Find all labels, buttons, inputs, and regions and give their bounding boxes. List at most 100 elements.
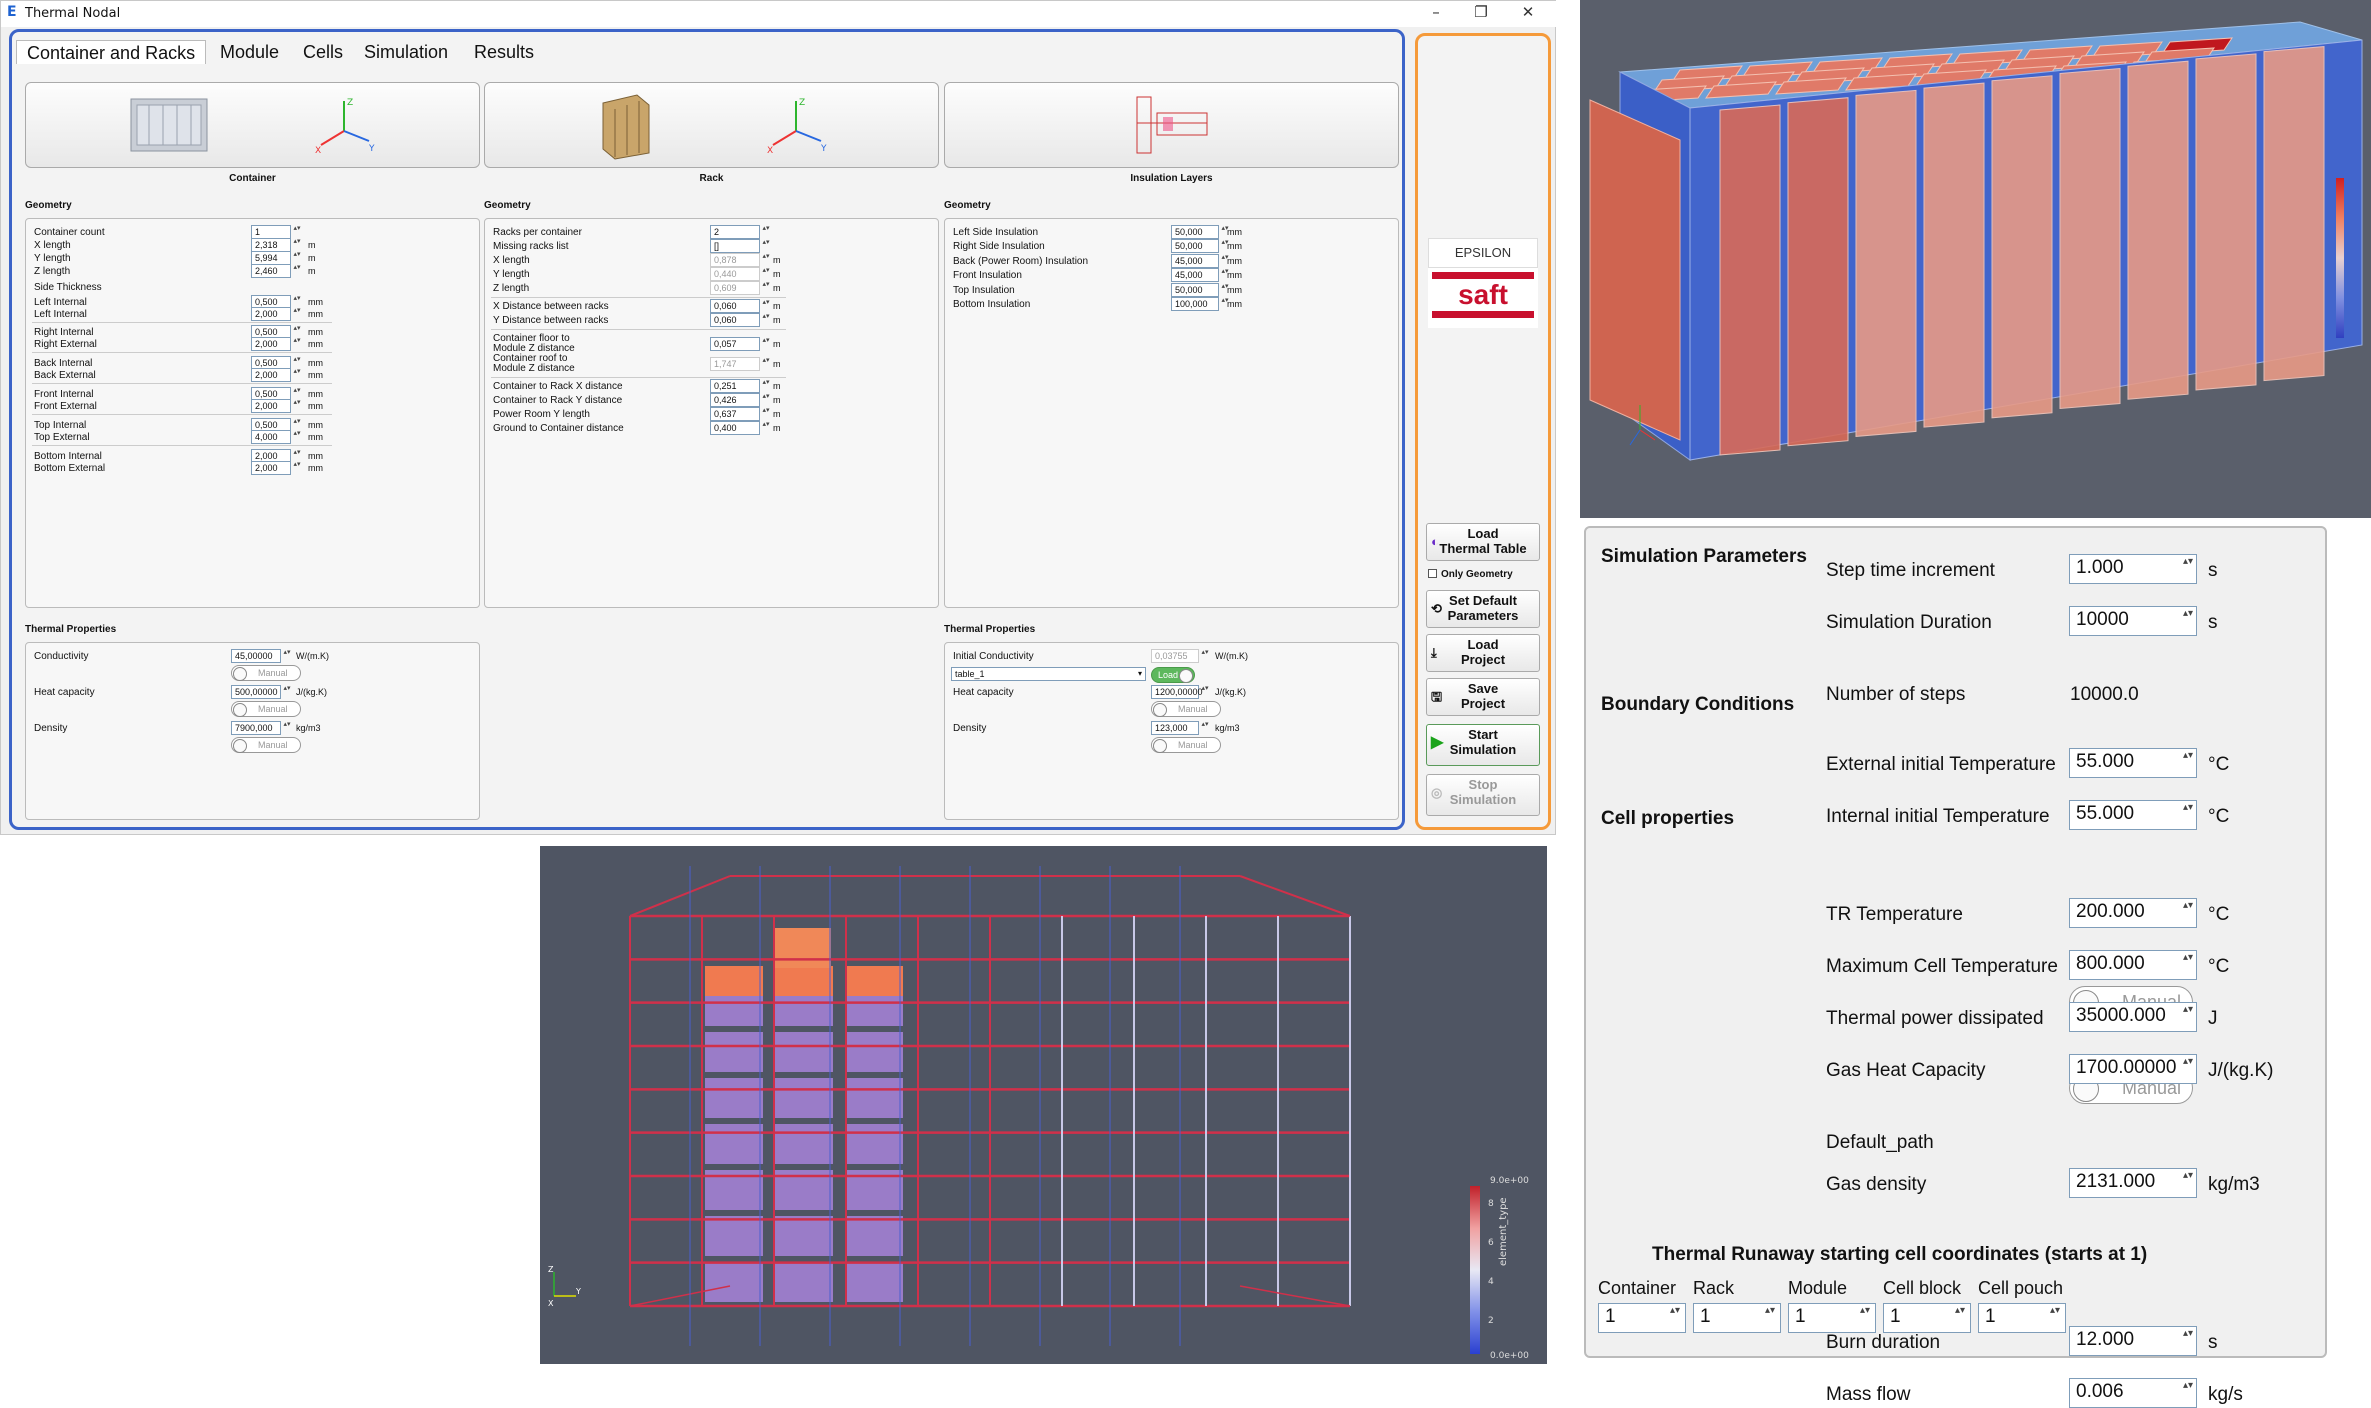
spinner-arrows-icon[interactable]: ▴▾ [760, 379, 772, 393]
spinner-arrows-icon[interactable]: ▴▾ [760, 267, 772, 281]
numeric-input[interactable]: 2,000 [251, 368, 291, 382]
maximize-button[interactable]: ❐ [1466, 3, 1496, 25]
spinner-arrows-icon[interactable]: ▴▾ [291, 399, 303, 413]
spinner-arrows-icon[interactable]: ▴▾ [2177, 607, 2199, 635]
spinner-arrows-icon[interactable]: ▴▾ [760, 313, 772, 327]
spinner-arrows-icon[interactable]: ▴▾ [291, 461, 303, 475]
numeric-input[interactable]: 2,460 [251, 264, 291, 278]
numeric-input[interactable]: 500,00000 [231, 685, 281, 699]
load-project-button[interactable]: ⤓ Load Project [1426, 634, 1540, 672]
spinner-arrows-icon[interactable]: ▴▾ [1199, 721, 1211, 735]
spinner-arrows-icon[interactable]: ▴▾ [2044, 1304, 2066, 1332]
numeric-input[interactable]: 0,426 [710, 393, 760, 407]
spinner-arrows-icon[interactable]: ▴▾ [281, 649, 293, 663]
spinner-arrows-icon[interactable]: ▴▾ [760, 253, 772, 267]
manual-toggle[interactable]: Manual [231, 665, 301, 681]
spinner-arrows-icon[interactable]: ▴▾ [1854, 1304, 1876, 1332]
manual-toggle[interactable]: Manual [1151, 737, 1221, 753]
spinner-arrows-icon[interactable]: ▴▾ [291, 264, 303, 278]
spinner-arrows-icon[interactable]: ▴▾ [291, 337, 303, 351]
numeric-input[interactable]: 0,440 [710, 267, 760, 281]
numeric-input[interactable]: 2,000 [251, 337, 291, 351]
numeric-input[interactable]: 5,994 [251, 251, 291, 265]
numeric-input[interactable]: 1,747 [710, 357, 760, 371]
numeric-input[interactable]: 7900,000 [231, 721, 281, 735]
manual-toggle[interactable]: Manual [231, 737, 301, 753]
numeric-input[interactable]: 100,000 [1171, 297, 1219, 311]
tab-simulation[interactable]: Simulation [354, 40, 458, 64]
tab-results[interactable]: Results [464, 40, 544, 64]
spinner-arrows-icon[interactable]: ▴▾ [2177, 749, 2199, 777]
stop-simulation-button[interactable]: ◎ Stop Simulation [1426, 774, 1540, 816]
manual-toggle[interactable]: Manual [231, 701, 301, 717]
numeric-input[interactable]: 0,03755 [1151, 649, 1199, 663]
spinner-arrows-icon[interactable]: ▴▾ [281, 721, 293, 735]
spinner-arrows-icon[interactable]: ▴▾ [291, 430, 303, 444]
tab-module[interactable]: Module [210, 40, 289, 64]
spinner-arrows-icon[interactable]: ▴▾ [2177, 1003, 2199, 1031]
spinner-arrows-icon[interactable]: ▴▾ [760, 337, 772, 351]
manual-toggle[interactable]: Manual [1151, 701, 1221, 717]
spinner-arrows-icon[interactable]: ▴▾ [760, 357, 772, 371]
spinner-arrows-icon[interactable]: ▴▾ [1949, 1304, 1971, 1332]
numeric-input[interactable]: 1 [251, 225, 291, 239]
only-geometry-checkbox[interactable]: Only Geometry [1428, 569, 1513, 580]
spinner-arrows-icon[interactable]: ▴▾ [1199, 649, 1211, 663]
spinner-arrows-icon[interactable]: ▴▾ [1199, 685, 1211, 699]
numeric-input[interactable]: 4,000 [251, 430, 291, 444]
numeric-input[interactable]: 123,000 [1151, 721, 1199, 735]
start-simulation-button[interactable]: ▶ Start Simulation [1426, 724, 1540, 766]
tab-cells[interactable]: Cells [293, 40, 353, 64]
spinner-arrows-icon[interactable]: ▴▾ [2177, 951, 2199, 979]
spinner-arrows-icon[interactable]: ▴▾ [2177, 899, 2199, 927]
spinner-arrows-icon[interactable]: ▴▾ [291, 307, 303, 321]
spinner-arrows-icon[interactable]: ▴▾ [291, 368, 303, 382]
numeric-input[interactable]: 0,878 [710, 253, 760, 267]
spinner-arrows-icon[interactable]: ▴▾ [2177, 1169, 2199, 1197]
numeric-input[interactable]: 1200,00000 [1151, 685, 1203, 699]
numeric-input[interactable]: 0,057 [710, 337, 760, 351]
thermal-table-select[interactable]: table_1 ▾ [951, 667, 1146, 681]
spinner-arrows-icon[interactable]: ▴▾ [760, 299, 772, 313]
wireframe-3d-view[interactable]: 9.0e+00 0.0e+00 8 6 4 2 element_type Z Y X [540, 846, 1547, 1364]
numeric-input[interactable]: [] [710, 239, 760, 253]
numeric-input[interactable]: 0,060 [710, 313, 760, 327]
spinner-arrows-icon[interactable]: ▴▾ [281, 685, 293, 699]
minimize-button[interactable]: – [1421, 3, 1451, 25]
load-toggle[interactable]: Load [1151, 667, 1195, 683]
numeric-input[interactable]: 50,000 [1171, 282, 1219, 297]
set-default-parameters-button[interactable]: ⟲ Set Default Parameters [1426, 590, 1540, 628]
spinner-arrows-icon[interactable]: ▴▾ [760, 239, 772, 253]
numeric-input[interactable]: 2,000 [251, 399, 291, 413]
spinner-arrows-icon[interactable]: ▴▾ [2177, 801, 2199, 829]
numeric-input[interactable]: 0,609 [710, 281, 760, 295]
close-button[interactable]: ✕ [1513, 3, 1543, 25]
spinner-arrows-icon[interactable]: ▴▾ [760, 225, 772, 239]
numeric-input[interactable]: 2 [710, 225, 760, 239]
spinner-arrows-icon[interactable]: ▴▾ [2177, 555, 2199, 583]
spinner-arrows-icon[interactable]: ▴▾ [1664, 1304, 1686, 1332]
numeric-input[interactable]: 45,000 [1171, 268, 1219, 283]
numeric-input[interactable]: 0,400 [710, 421, 760, 435]
spinner-arrows-icon[interactable]: ▴▾ [760, 407, 772, 421]
numeric-input[interactable]: 2,000 [251, 461, 291, 475]
spinner-arrows-icon[interactable]: ▴▾ [2177, 1055, 2199, 1083]
numeric-input[interactable]: 50,000 [1171, 225, 1219, 239]
container-3d-view[interactable] [1580, 0, 2371, 518]
numeric-input[interactable]: 0,637 [710, 407, 760, 421]
numeric-input[interactable]: 0,060 [710, 299, 760, 313]
spinner-arrows-icon[interactable]: ▴▾ [2177, 1379, 2199, 1407]
spinner-arrows-icon[interactable]: ▴▾ [760, 421, 772, 435]
spinner-arrows-icon[interactable]: ▴▾ [1759, 1304, 1781, 1332]
spinner-arrows-icon[interactable]: ▴▾ [760, 393, 772, 407]
save-project-button[interactable]: 🖫 Save Project [1426, 678, 1540, 716]
spinner-arrows-icon[interactable]: ▴▾ [760, 281, 772, 295]
numeric-input[interactable]: 0,251 [710, 379, 760, 393]
numeric-input[interactable]: 2,000 [251, 307, 291, 321]
numeric-input[interactable]: 50,000 [1171, 239, 1219, 254]
numeric-input[interactable]: 45,00000 [231, 649, 281, 663]
numeric-input[interactable]: 2,318 [251, 238, 291, 252]
load-thermal-table-button[interactable]: ◐ Load Thermal Table [1426, 523, 1540, 561]
spinner-arrows-icon[interactable]: ▴▾ [2177, 1327, 2199, 1355]
numeric-input[interactable]: 45,000 [1171, 253, 1219, 268]
